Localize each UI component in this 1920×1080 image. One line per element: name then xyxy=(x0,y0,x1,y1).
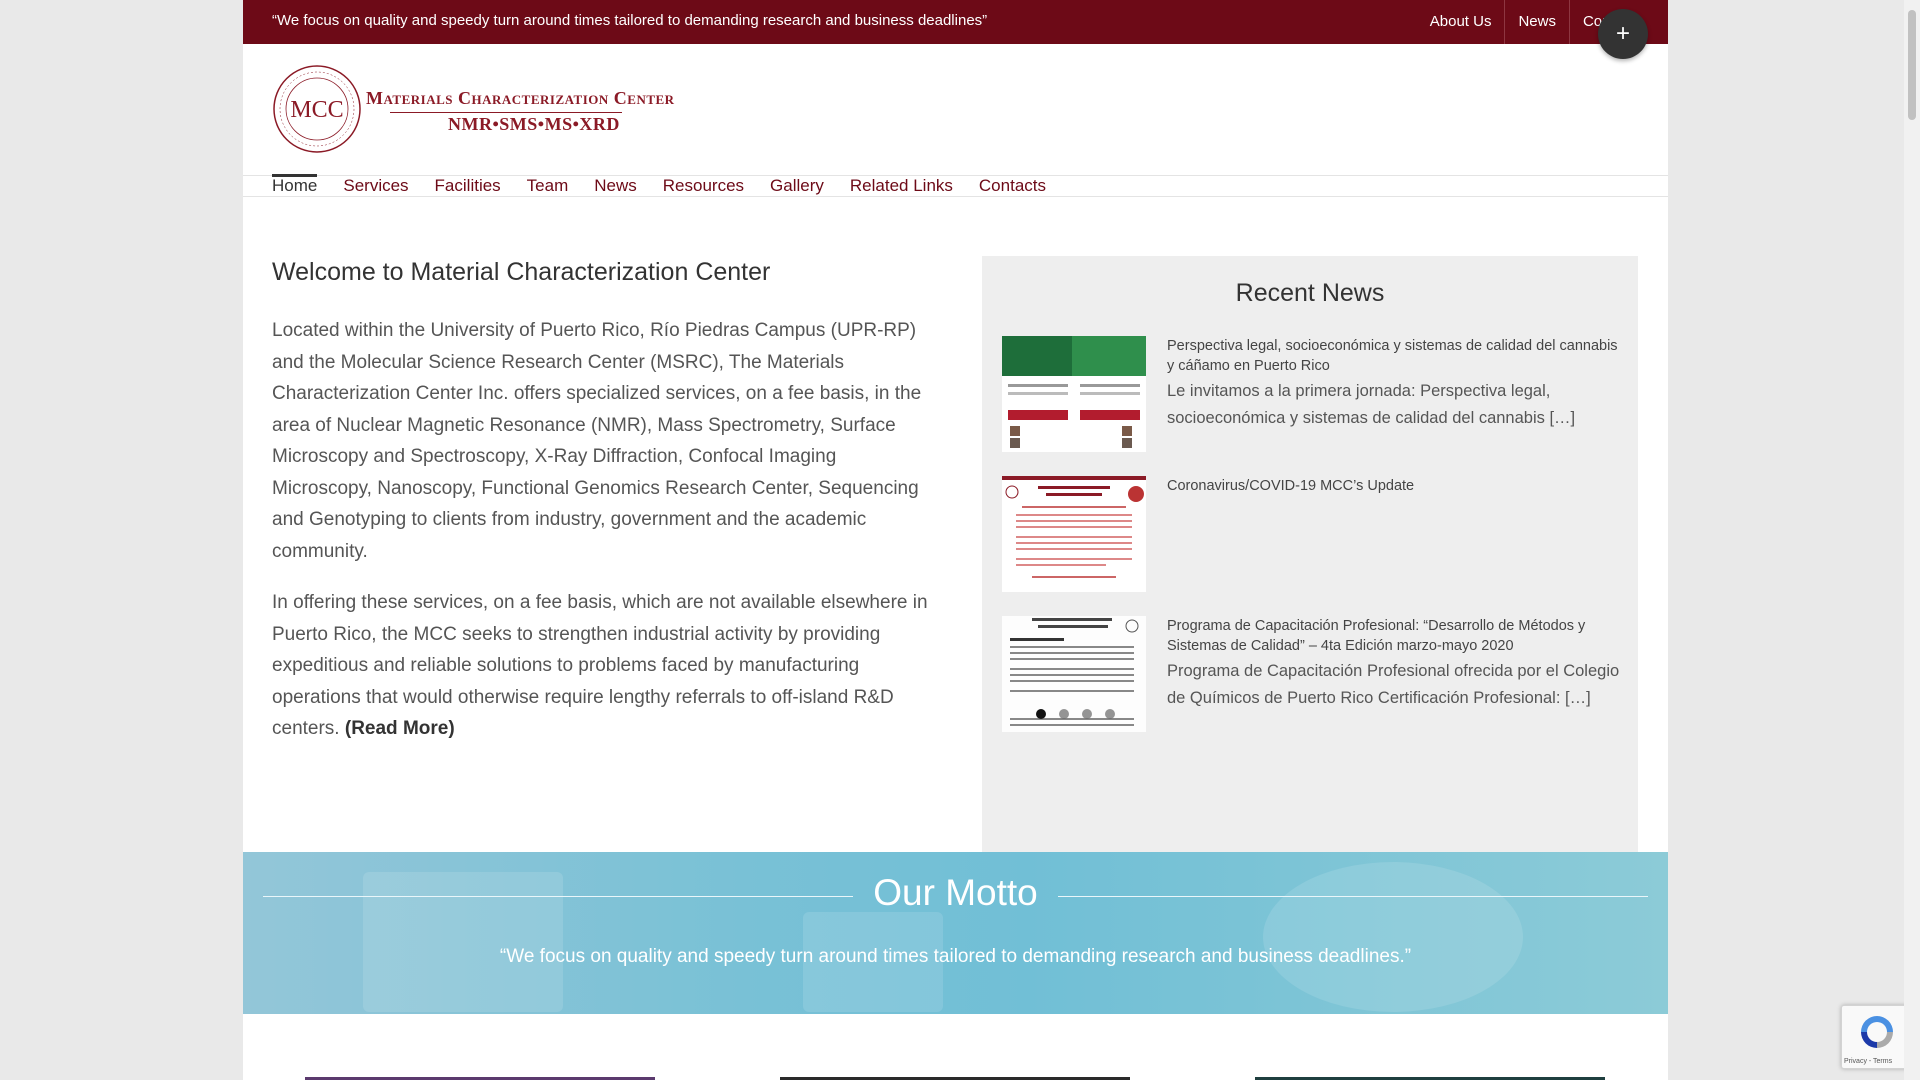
carousel-dots xyxy=(1036,709,1128,719)
news-item-title[interactable]: Perspectiva legal, socioeconómica y sist… xyxy=(1167,336,1622,376)
motto-text: “We focus on quality and speedy turn aro… xyxy=(499,946,1412,967)
nav-resources[interactable]: Resources xyxy=(663,176,744,196)
welcome-title: Welcome to Material Characterization Cen… xyxy=(272,258,771,286)
read-more-link[interactable]: (Read More) xyxy=(345,718,455,739)
main-nav: Home Services Facilities Team News Resou… xyxy=(243,174,1668,197)
carousel-dot[interactable] xyxy=(1082,709,1092,719)
welcome-paragraph-2-text: In offering these services, on a fee bas… xyxy=(272,592,928,739)
news-thumbnail-capacitacion[interactable] xyxy=(1002,616,1146,732)
welcome-paragraph-1: Located within the University of Puerto … xyxy=(272,320,922,562)
welcome-section: Welcome to Material Characterization Cen… xyxy=(272,258,932,765)
carousel-dot[interactable] xyxy=(1059,709,1069,719)
logo-divider xyxy=(390,112,622,113)
nav-related-links[interactable]: Related Links xyxy=(850,176,953,196)
nav-gallery[interactable]: Gallery xyxy=(770,176,824,196)
svg-text:MCC: MCC xyxy=(290,97,343,123)
nav-home[interactable]: Home xyxy=(272,174,318,196)
nav-team[interactable]: Team xyxy=(527,176,569,196)
top-nav-about-us[interactable]: About Us xyxy=(1417,0,1505,44)
news-thumbnail-cannabis[interactable] xyxy=(1002,336,1146,452)
site-logo[interactable]: MCC Materials Characterization Center NM… xyxy=(272,64,674,160)
carousel-dot[interactable] xyxy=(1036,709,1046,719)
scrollbar-thumb[interactable] xyxy=(1908,10,1916,120)
carousel-dot[interactable] xyxy=(1105,709,1115,719)
news-item[interactable]: Perspectiva legal, socioeconómica y sist… xyxy=(1002,336,1622,454)
news-item-excerpt: Le invitamos a la primera jornada: Persp… xyxy=(1167,382,1576,427)
top-bar-tagline: “We focus on quality and speedy turn aro… xyxy=(272,12,988,29)
top-nav-news[interactable]: News xyxy=(1504,0,1569,44)
recaptcha-icon xyxy=(1861,1016,1893,1048)
recent-news-title: Recent News xyxy=(1235,279,1385,307)
nav-news[interactable]: News xyxy=(594,176,637,196)
news-item-title[interactable]: Coronavirus/COVID-19 MCC’s Update xyxy=(1167,476,1622,496)
recent-news-panel: Recent News Perspectiva legal, socioecon… xyxy=(982,256,1638,852)
welcome-paragraph-2: In offering these services, on a fee bas… xyxy=(272,587,932,745)
recaptcha-links[interactable]: Privacy - Terms xyxy=(1844,1058,1892,1065)
logo-subtitle: NMR•SMS•MS•XRD xyxy=(448,114,620,134)
nav-facilities[interactable]: Facilities xyxy=(435,176,501,196)
page-container: “We focus on quality and speedy turn aro… xyxy=(243,0,1668,1080)
news-thumbnail-covid[interactable] xyxy=(1002,476,1146,592)
news-item-excerpt: Programa de Capacitación Profesional ofr… xyxy=(1167,662,1620,707)
motto-title: Our Motto xyxy=(873,872,1038,913)
nav-contacts[interactable]: Contacts xyxy=(979,176,1046,196)
sliding-bar-toggle-button[interactable]: + xyxy=(1598,9,1648,59)
recaptcha-badge[interactable]: Privacy - Terms xyxy=(1841,1005,1913,1069)
logo-name: Materials Characterization Center xyxy=(366,88,675,108)
page-scrollbar[interactable] xyxy=(1904,0,1920,1080)
news-item-title[interactable]: Programa de Capacitación Profesional: “D… xyxy=(1167,616,1622,656)
news-item[interactable]: Programa de Capacitación Profesional: “D… xyxy=(1002,616,1622,734)
motto-section: Our Motto “We focus on quality and speed… xyxy=(243,852,1668,1014)
news-item[interactable]: Coronavirus/COVID-19 MCC’s Update xyxy=(1002,476,1622,594)
nav-services[interactable]: Services xyxy=(343,176,408,196)
news-thumbnail-image xyxy=(1002,476,1146,592)
top-bar: “We focus on quality and speedy turn aro… xyxy=(243,0,1668,44)
news-thumbnail-image xyxy=(1002,336,1146,452)
mcc-seal-logo: MCC xyxy=(273,65,361,153)
